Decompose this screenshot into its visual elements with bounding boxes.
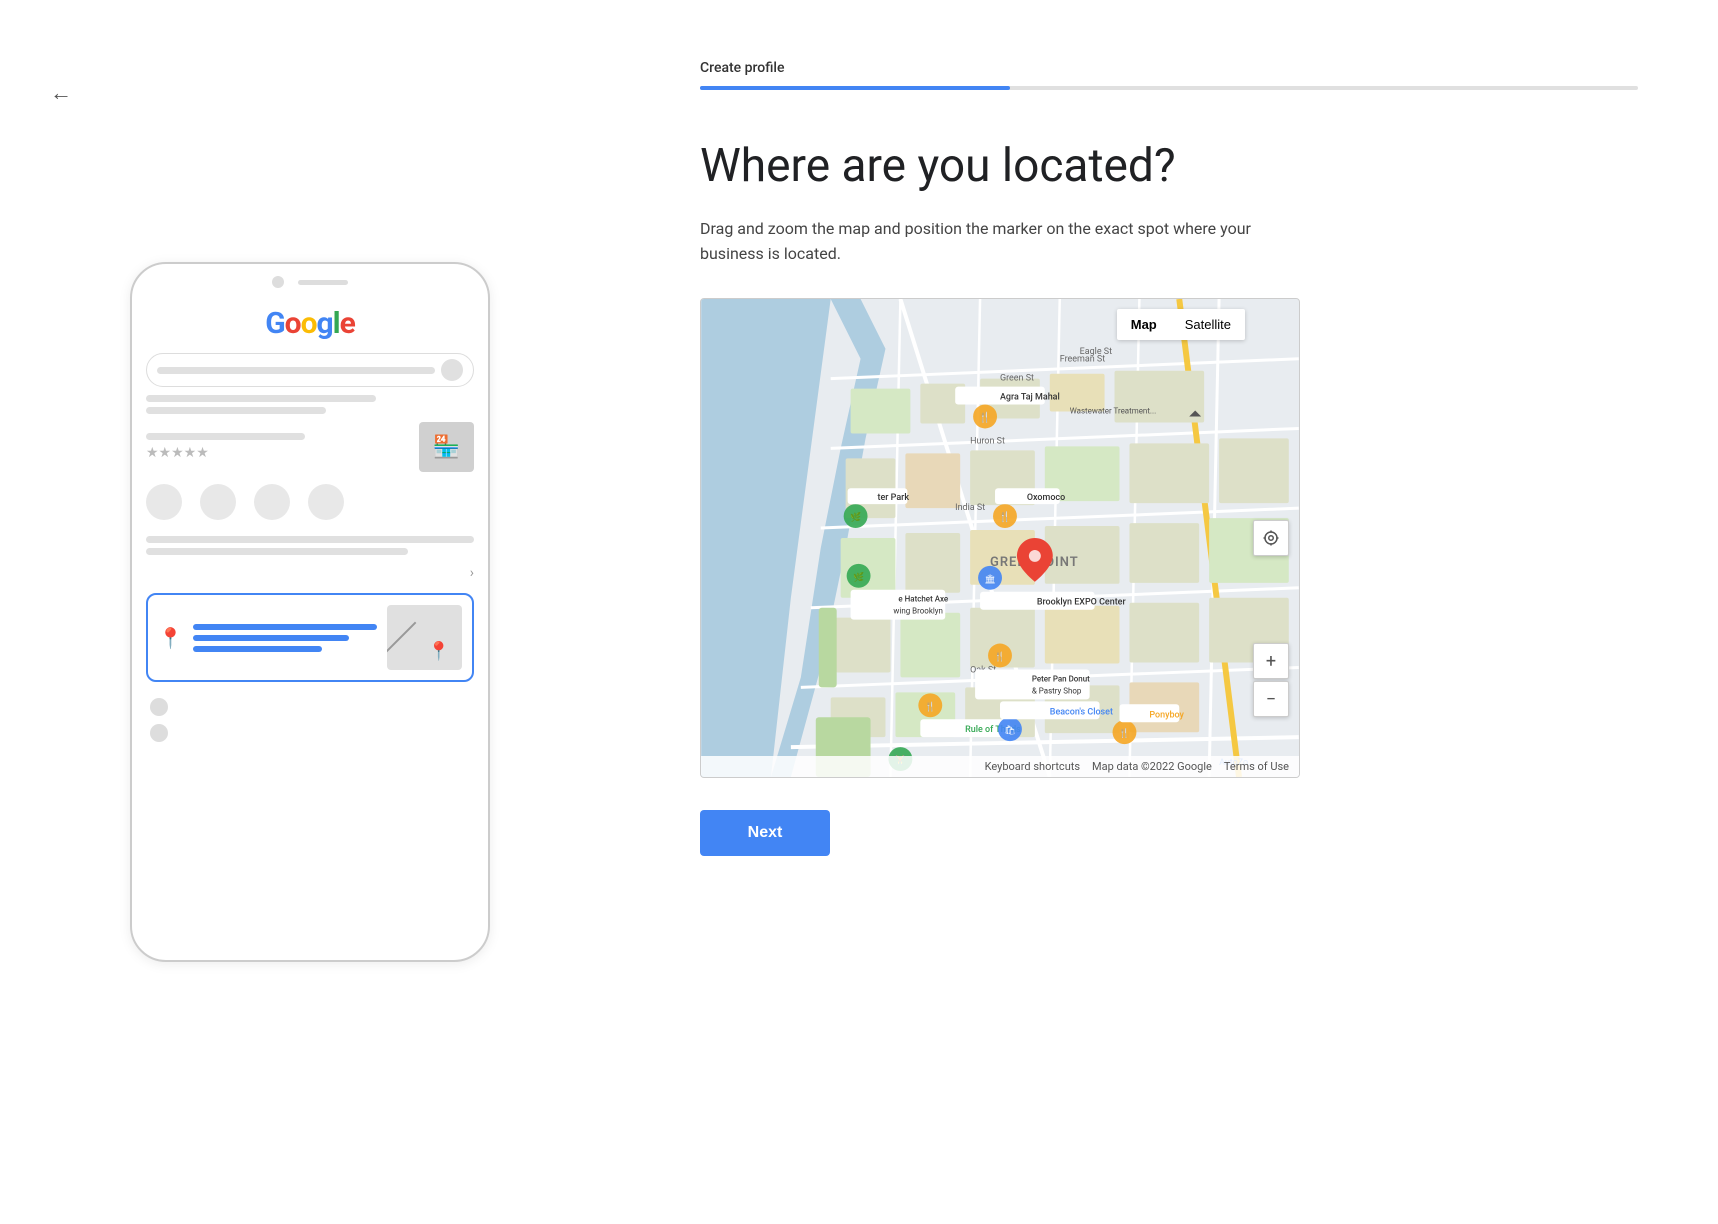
phone-action-call <box>146 484 182 520</box>
svg-text:e Hatchet Axe: e Hatchet Axe <box>898 595 948 604</box>
svg-text:Wastewater Treatment...: Wastewater Treatment... <box>1070 407 1157 416</box>
back-button[interactable]: ← <box>50 80 72 106</box>
bsk-row <box>150 698 470 716</box>
card-text-lines <box>193 624 377 652</box>
card-line <box>193 635 349 641</box>
svg-text:🌿: 🌿 <box>853 571 864 583</box>
sk-line <box>146 536 474 543</box>
map-zoom-controls: + − <box>1253 643 1289 717</box>
svg-text:🏛: 🏛 <box>984 574 995 585</box>
map-type-satellite-button[interactable]: Satellite <box>1171 309 1245 340</box>
map-footer: Keyboard shortcuts Map data ©2022 Google… <box>701 756 1299 777</box>
phone-content: Google ★★★★★ 🏪 <box>132 296 488 960</box>
phone-top-bar <box>132 264 488 296</box>
svg-text:Huron St: Huron St <box>970 437 1005 447</box>
right-panel: Create profile Where are you located? Dr… <box>620 0 1718 1224</box>
star-rating: ★★★★★ <box>146 445 411 461</box>
progress-bar-fill <box>700 86 1010 90</box>
progress-bar-track <box>700 86 1638 90</box>
card-map-pin-icon: 📍 <box>428 641 450 662</box>
sk-line <box>146 548 408 555</box>
svg-text:🛍: 🛍 <box>1004 726 1015 737</box>
search-line <box>157 367 435 374</box>
card-line <box>193 624 377 630</box>
sk-line <box>146 407 326 414</box>
svg-text:Agra Taj Mahal: Agra Taj Mahal <box>1000 393 1060 403</box>
page-title: Where are you located? <box>700 140 1638 193</box>
more-arrow: › <box>146 565 474 581</box>
sk-line <box>146 433 305 440</box>
progress-label: Create profile <box>700 60 1638 76</box>
svg-text:India St: India St <box>955 504 985 514</box>
phone-mockup: Google ★★★★★ 🏪 <box>130 262 490 962</box>
phone-search-icon <box>441 359 463 381</box>
skeleton-bottom <box>146 698 474 742</box>
card-line <box>193 646 322 652</box>
page-description: Drag and zoom the map and position the m… <box>700 217 1300 267</box>
svg-text:Freeman St: Freeman St <box>1060 355 1105 365</box>
svg-text:ter Park: ter Park <box>878 494 910 504</box>
svg-text:Beacon's Closet: Beacon's Closet <box>1050 708 1113 718</box>
svg-text:Ponyboy: Ponyboy <box>1149 711 1184 721</box>
map-data-credit: Map data ©2022 Google <box>1092 760 1212 773</box>
phone-search-bar <box>146 353 474 387</box>
map-terms-of-use[interactable]: Terms of Use <box>1224 760 1289 773</box>
store-icon: 🏪 <box>419 422 474 472</box>
bsk-row <box>150 724 470 742</box>
card-map-thumbnail: 📍 <box>387 605 462 670</box>
phone-action-directions <box>200 484 236 520</box>
map-keyboard-shortcuts: Keyboard shortcuts <box>985 760 1080 773</box>
action-icons <box>146 480 474 524</box>
svg-text:🌿: 🌿 <box>850 512 861 524</box>
google-logo: Google <box>146 306 474 341</box>
left-panel: ← Google <box>0 0 620 1224</box>
svg-text:Peter Pan Donut: Peter Pan Donut <box>1032 675 1090 684</box>
location-card: 📍 📍 <box>146 593 474 682</box>
phone-action-save <box>254 484 290 520</box>
map-my-location-button[interactable] <box>1253 520 1289 556</box>
skeleton-top <box>146 395 474 414</box>
next-button[interactable]: Next <box>700 810 830 856</box>
svg-text:wing Brooklyn: wing Brooklyn <box>893 607 943 616</box>
map-zoom-out-button[interactable]: − <box>1253 681 1289 717</box>
svg-text:🍴: 🍴 <box>999 511 1011 524</box>
phone-speaker <box>298 280 348 285</box>
skeleton-middle <box>146 536 474 555</box>
svg-text:Green St: Green St <box>1000 374 1034 384</box>
svg-text:🍴: 🍴 <box>925 701 936 713</box>
sk-line <box>146 395 376 402</box>
svg-text:🍴: 🍴 <box>994 651 1005 663</box>
progress-section: Create profile <box>700 60 1638 90</box>
map-type-map-button[interactable]: Map <box>1117 309 1171 340</box>
svg-text:& Pastry Shop: & Pastry Shop <box>1032 687 1082 696</box>
map-type-toggle[interactable]: Map Satellite <box>1117 309 1245 340</box>
map-zoom-in-button[interactable]: + <box>1253 643 1289 679</box>
card-pin-icon: 📍 <box>158 626 183 650</box>
svg-text:Oxomoco: Oxomoco <box>1027 494 1065 504</box>
phone-camera <box>272 276 284 288</box>
bsk-icon <box>150 698 168 716</box>
svg-text:Brooklyn EXPO Center: Brooklyn EXPO Center <box>1037 598 1127 608</box>
map-container[interactable]: Eagle St Freeman St Green St Huron St In… <box>700 298 1300 778</box>
map-svg: Eagle St Freeman St Green St Huron St In… <box>701 299 1299 777</box>
svg-text:🍴: 🍴 <box>979 411 991 424</box>
stars-row: ★★★★★ 🏪 <box>146 422 474 472</box>
bsk-icon <box>150 724 168 742</box>
svg-text:🍴: 🍴 <box>1119 728 1130 740</box>
phone-action-share <box>308 484 344 520</box>
